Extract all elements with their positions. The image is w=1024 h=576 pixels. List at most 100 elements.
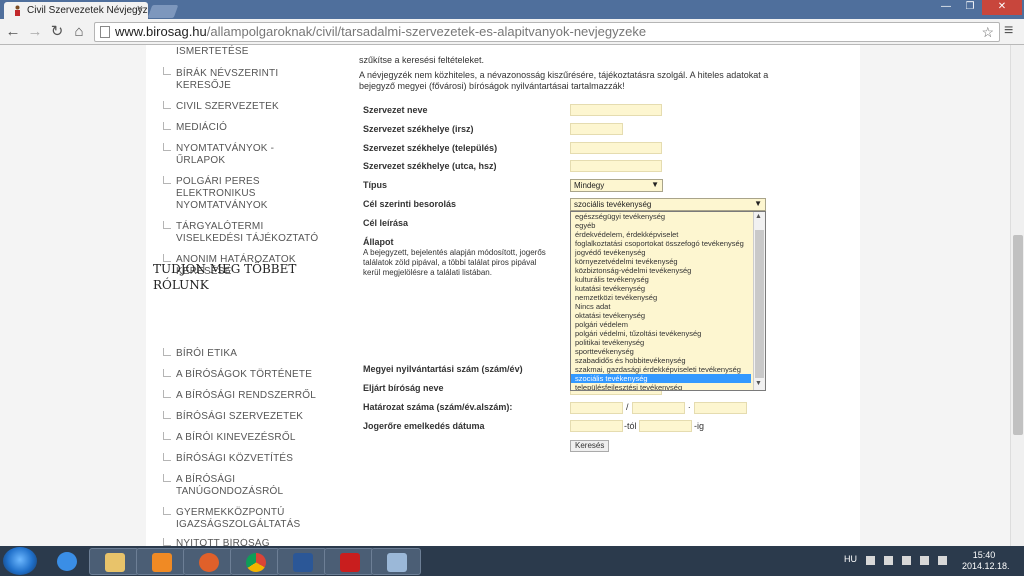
taskbar-media[interactable] bbox=[136, 548, 186, 575]
dropdown-scrollbar[interactable]: ▲ ▼ bbox=[753, 212, 765, 390]
tray-up-icon[interactable] bbox=[866, 556, 875, 565]
label-hq-city: Szervezet székhelye (település) bbox=[363, 143, 498, 153]
taskbar-firefox[interactable] bbox=[183, 548, 233, 575]
date-to-input[interactable] bbox=[639, 420, 692, 432]
dropdown-option[interactable]: polgári védelem bbox=[571, 320, 751, 329]
network-icon[interactable] bbox=[920, 556, 929, 565]
sidebar-item-birak[interactable]: BÍRÁK NÉVSZERINTI KERESŐJE bbox=[176, 68, 278, 92]
sidebar-item-tortenete[interactable]: A BÍRÓSÁGOK TÖRTÉNETE bbox=[176, 369, 312, 381]
sidebar-item-label-2: IGAZSÁGSZOLGÁLTATÁS bbox=[176, 519, 301, 530]
start-button[interactable] bbox=[3, 547, 37, 575]
hq-city-input[interactable] bbox=[570, 142, 662, 154]
dropdown-option[interactable]: jogvédő tevékenység bbox=[571, 248, 751, 257]
bookmark-star-icon[interactable]: ☆ bbox=[981, 23, 994, 41]
decision-sub-input[interactable] bbox=[694, 402, 747, 414]
reload-icon[interactable]: ↻ bbox=[48, 23, 66, 41]
dropdown-option[interactable]: polgári védelmi, tűzoltási tevékenység bbox=[571, 329, 751, 338]
hq-street-input[interactable] bbox=[570, 160, 662, 172]
taskbar-paint[interactable] bbox=[371, 548, 421, 575]
clock[interactable]: 15:40 2014.12.18. bbox=[962, 550, 1010, 572]
goal-select[interactable]: szociális tevékenység ▼ bbox=[570, 198, 766, 211]
sidebar-item-kinevezes[interactable]: A BÍRÓI KINEVEZÉSRŐL bbox=[176, 432, 296, 444]
slash-separator: / bbox=[626, 402, 629, 412]
dropdown-option[interactable]: kutatási tevékenység bbox=[571, 284, 751, 293]
chrome-menu-icon[interactable]: ≡ bbox=[1004, 23, 1018, 39]
taskbar-ie[interactable] bbox=[42, 548, 92, 575]
volume-icon[interactable] bbox=[938, 556, 947, 565]
sidebar-item-szervezetek[interactable]: BÍRÓSÁGI SZERVEZETEK bbox=[176, 411, 303, 423]
scroll-up-icon[interactable]: ▲ bbox=[755, 213, 762, 220]
goal-dropdown-list[interactable]: egészségügyi tevékenység egyéb érdekvédele… bbox=[570, 211, 766, 391]
label-county-no: Megyei nyilvántartási szám (szám/év) bbox=[363, 364, 523, 374]
sidebar-item-label: CIVIL SZERVEZETEK bbox=[176, 101, 279, 112]
dropdown-option[interactable]: egészségügyi tevékenység bbox=[571, 212, 751, 221]
dropdown-option[interactable]: településfejlesztési tevékenység bbox=[571, 383, 751, 390]
dropdown-option[interactable]: érdekvédelem, érdekképviselet bbox=[571, 230, 751, 239]
hq-plot-input[interactable] bbox=[570, 123, 623, 135]
sidebar-item-label: A BÍRÓSÁGOK TÖRTÉNETE bbox=[176, 369, 313, 380]
dropdown-option[interactable]: szakmai, gazdasági érdekképviseleti tevé… bbox=[571, 365, 751, 374]
scroll-down-icon[interactable]: ▼ bbox=[755, 380, 762, 387]
bullet-icon bbox=[163, 67, 171, 75]
dropdown-option[interactable]: egyéb bbox=[571, 221, 751, 230]
bullet-icon bbox=[163, 143, 171, 151]
tray-device-icon[interactable] bbox=[902, 556, 911, 565]
date-from-input[interactable] bbox=[570, 420, 623, 432]
sidebar-item-ismertetese[interactable]: ISMERTETÉSE bbox=[176, 46, 249, 58]
forward-icon[interactable]: → bbox=[26, 23, 44, 41]
sidebar-item-kozvetites[interactable]: BÍRÓSÁGI KÖZVETÍTÉS bbox=[176, 453, 293, 465]
tray-flag-icon[interactable] bbox=[884, 556, 893, 565]
search-button[interactable]: Keresés bbox=[570, 440, 610, 452]
sidebar-item-rendszerrol[interactable]: A BÍRÓSÁGI RENDSZERRŐL bbox=[176, 390, 316, 402]
sidebar-item-label: ISMERTETÉSE bbox=[176, 46, 249, 57]
sidebar-item-tanugondozas[interactable]: A BÍRÓSÁGI TANÚGONDOZÁSRÓL bbox=[176, 474, 283, 498]
page-scroll-thumb[interactable] bbox=[1013, 235, 1023, 435]
name-input[interactable] bbox=[570, 104, 662, 116]
new-tab-button[interactable] bbox=[147, 5, 179, 18]
sidebar-item-label: POLGÁRI PERES bbox=[176, 176, 260, 187]
language-indicator[interactable]: HU bbox=[844, 554, 857, 564]
browser-tab[interactable]: Civil Szervezetek Névjegyz × bbox=[4, 2, 148, 19]
page-scrollbar[interactable] bbox=[1010, 45, 1024, 546]
back-icon[interactable]: ← bbox=[4, 23, 22, 41]
dropdown-option[interactable]: foglalkoztatási csoportokat összefogó te… bbox=[571, 239, 751, 248]
dropdown-option[interactable]: nemzetközi tevékenység bbox=[571, 293, 751, 302]
minimize-icon[interactable]: — bbox=[934, 0, 958, 15]
dropdown-option[interactable]: politikai tevékenység bbox=[571, 338, 751, 347]
sidebar-item-nyitott[interactable]: NYITOTT BÍRÓSÁG bbox=[176, 538, 270, 546]
decision-year-input[interactable] bbox=[632, 402, 685, 414]
dropdown-option[interactable]: szabadidős és hobbitevékenység bbox=[571, 356, 751, 365]
dropdown-option[interactable]: szociális tevékenység bbox=[571, 374, 751, 383]
type-select[interactable]: Mindegy ▼ bbox=[570, 179, 663, 192]
home-icon[interactable]: ⌂ bbox=[70, 23, 88, 41]
bullet-icon bbox=[163, 538, 171, 546]
restore-icon[interactable]: ❐ bbox=[958, 0, 982, 15]
dropdown-option[interactable]: kulturális tevékenység bbox=[571, 275, 751, 284]
status-help-line-3: kerül megjelölésre a találati listában. bbox=[363, 268, 492, 277]
dropdown-option[interactable]: környezetvédelmi tevékenység bbox=[571, 257, 751, 266]
sidebar-item-gyermekkozpontu[interactable]: GYERMEKKÖZPONTÚ IGAZSÁGSZOLGÁLTATÁS bbox=[176, 507, 300, 531]
dropdown-option[interactable]: oktatási tevékenység bbox=[571, 311, 751, 320]
acrobat-icon bbox=[340, 553, 360, 572]
sidebar-item-civil[interactable]: CIVIL SZERVEZETEK bbox=[176, 101, 279, 113]
dropdown-option[interactable]: Nincs adat bbox=[571, 302, 751, 311]
decision-number-input[interactable] bbox=[570, 402, 623, 414]
sidebar-item-label-2: VISELKEDÉSI TÁJÉKOZTATÓ bbox=[176, 233, 319, 244]
address-bar[interactable]: www.birosag.hu/allampolgaroknak/civil/ta… bbox=[94, 22, 1000, 42]
browser-toolbar: ← → ↻ ⌂ www.birosag.hu/allampolgaroknak/… bbox=[0, 19, 1024, 45]
dropdown-option[interactable]: sporttevékenység bbox=[571, 347, 751, 356]
clock-date: 2014.12.18. bbox=[962, 561, 1010, 571]
dropdown-scroll-thumb[interactable] bbox=[755, 230, 764, 378]
sidebar-item-nyomtatvanyok[interactable]: NYOMTATVÁNYOK - ŰRLAPOK bbox=[176, 143, 274, 167]
sidebar-item-mediacio[interactable]: MEDIÁCIÓ bbox=[176, 122, 227, 134]
taskbar-acrobat[interactable] bbox=[324, 548, 374, 575]
taskbar-chrome[interactable] bbox=[230, 548, 280, 575]
sidebar-item-polgari-peres[interactable]: POLGÁRI PERES ELEKTRONIKUS NYOMTATVÁNYOK bbox=[176, 176, 268, 212]
window-close-icon[interactable]: ✕ bbox=[982, 0, 1022, 15]
sidebar-item-biroi-etika[interactable]: BÍRÓI ETIKA bbox=[176, 348, 237, 360]
dropdown-option[interactable]: közbiztonság-védelmi tevékenység bbox=[571, 266, 751, 275]
taskbar-explorer[interactable] bbox=[89, 548, 139, 575]
tab-close-icon[interactable]: × bbox=[137, 3, 143, 15]
sidebar-item-targyaloterem[interactable]: TÁRGYALÓTERMI VISELKEDÉSI TÁJÉKOZTATÓ bbox=[176, 221, 318, 245]
taskbar-word[interactable] bbox=[277, 548, 327, 575]
